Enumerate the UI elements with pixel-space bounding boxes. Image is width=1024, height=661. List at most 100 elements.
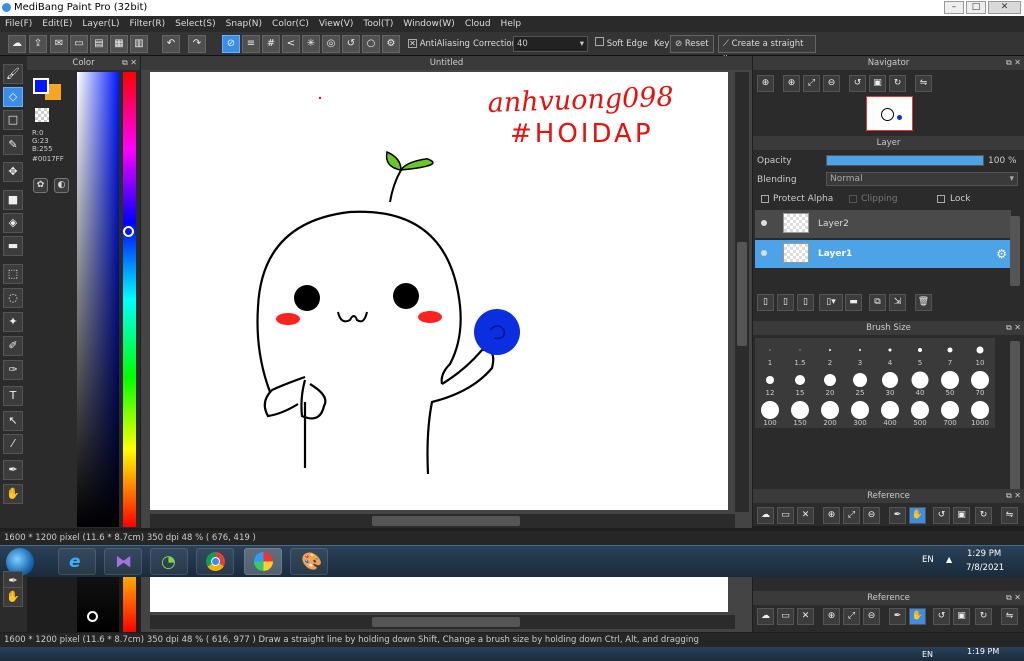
zoom-in-icon[interactable]: ⊕ [823, 608, 840, 625]
cloud-icon[interactable]: ☁ [8, 35, 26, 53]
brush-size-option[interactable]: 25 [845, 368, 875, 398]
paint-icon[interactable]: 🎨 [290, 548, 328, 575]
brush-size-option[interactable]: 1000 [965, 398, 995, 428]
zoom-in-icon[interactable]: ⊕ [823, 507, 840, 524]
medibang-taskbar-icon[interactable] [244, 548, 282, 575]
document-icon[interactable]: ▤ [90, 35, 108, 53]
divide-tool-icon[interactable]: ⁄ [3, 434, 23, 454]
actual-size-icon[interactable]: ▣ [953, 608, 970, 625]
ellipse-snap-icon[interactable]: ○ [362, 35, 380, 53]
menu-item[interactable]: Filter(R) [125, 16, 171, 32]
app-icon[interactable]: ◔ [150, 548, 188, 575]
upload-icon[interactable]: ⇪ [29, 35, 47, 53]
brush-size-option[interactable]: 500 [905, 398, 935, 428]
flip-icon[interactable]: ⇋ [1001, 507, 1018, 524]
flip-icon[interactable]: ⇋ [1001, 608, 1018, 625]
straight-line-button[interactable]: ⟋ Create a straight line [718, 35, 816, 65]
visual-studio-icon[interactable]: ⧓ [104, 548, 142, 575]
operation-tool-icon[interactable]: ↖ [3, 411, 23, 431]
brush-size-option[interactable]: 15 [785, 368, 815, 398]
actual-size-icon[interactable]: ▣ [869, 75, 886, 92]
layout-icon[interactable]: ▦ [110, 35, 128, 53]
brush-size-option[interactable]: 7 [935, 338, 965, 368]
visibility-eye-icon[interactable] [761, 220, 767, 226]
drawing-canvas[interactable] [150, 577, 728, 612]
menu-item[interactable]: Color(C) [267, 16, 314, 32]
chat-icon[interactable]: ✉ [50, 35, 68, 53]
vertical-scroll-thumb[interactable] [737, 242, 747, 346]
hue-slider[interactable] [123, 577, 136, 632]
open-folder-icon[interactable]: ▭ [777, 507, 794, 524]
brush-size-option[interactable]: 150 [785, 398, 815, 428]
brush-size-option[interactable]: 100 [755, 398, 785, 428]
merge-layer-icon[interactable]: ⇲ [889, 294, 906, 311]
maximize-button[interactable]: □ [966, 1, 986, 14]
new-halftone-layer-icon[interactable]: ▯ [777, 294, 794, 311]
canvas-vertical-scrollbar[interactable] [735, 72, 749, 512]
panel-controls-icon[interactable]: ⧉ ✕ [1006, 591, 1021, 605]
rotate-left-icon[interactable]: ↺ [849, 75, 866, 92]
hand-tool-icon[interactable]: ✋ [3, 484, 23, 504]
panel-controls-icon[interactable]: ⧉ ✕ [1006, 489, 1021, 503]
radial-snap-icon[interactable]: ✳ [302, 35, 320, 53]
color-picker-handle[interactable] [87, 611, 98, 622]
folder-icon[interactable]: ▬ [845, 294, 862, 311]
actual-size-icon[interactable]: ▣ [953, 507, 970, 524]
vanishing-point-icon[interactable]: < [282, 35, 300, 53]
open-folder-icon[interactable]: ▭ [777, 608, 794, 625]
zoom-out-icon[interactable]: ⊖ [863, 507, 880, 524]
brush-size-option[interactable]: 50 [935, 368, 965, 398]
brush-size-option[interactable]: 300 [845, 398, 875, 428]
move-tool-icon[interactable]: ✥ [3, 162, 23, 182]
language-indicator[interactable]: EN [922, 555, 934, 565]
new-layer-icon[interactable]: ▯ [757, 294, 774, 311]
soft-edge-checkbox[interactable] [595, 37, 604, 46]
fit-icon[interactable]: ⤢ [843, 507, 860, 524]
circle-snap-icon[interactable]: ◎ [322, 35, 340, 53]
visibility-eye-icon[interactable] [761, 250, 767, 256]
comment-icon[interactable]: ▭ [70, 35, 88, 53]
fit-icon[interactable]: ⤢ [843, 608, 860, 625]
brush-size-option[interactable]: 10 [965, 338, 995, 368]
opacity-slider[interactable] [826, 155, 984, 166]
select-pen-tool-icon[interactable]: ✐ [3, 336, 23, 356]
hand-tool-icon[interactable]: ✋ [3, 587, 23, 607]
bucket-tool-icon[interactable]: ◈ [3, 213, 23, 233]
brush-size-option[interactable]: 200 [815, 398, 845, 428]
blur-tool-icon[interactable]: ✎ [3, 135, 23, 155]
menu-item[interactable]: Cloud [460, 16, 496, 32]
canvas-horizontal-scrollbar[interactable] [150, 615, 735, 629]
chrome-icon[interactable] [196, 548, 234, 575]
internet-explorer-icon[interactable]: e [58, 548, 96, 575]
snap-settings-icon[interactable]: ⚙ [382, 35, 400, 53]
rotate-left-icon[interactable]: ↺ [933, 608, 950, 625]
magic-wand-tool-icon[interactable]: ✦ [3, 312, 23, 332]
curve-snap-icon[interactable]: ↺ [342, 35, 360, 53]
select-tool-icon[interactable]: ⬚ [3, 264, 23, 284]
canvas-tab[interactable]: Untitled [141, 56, 752, 70]
redo-icon[interactable]: ↷ [188, 35, 206, 53]
transparent-color-swatch[interactable] [35, 108, 49, 122]
snap-off-icon[interactable]: ⊘ [222, 35, 240, 53]
brush-size-option[interactable]: 40 [905, 368, 935, 398]
horizontal-scroll-thumb[interactable] [372, 516, 520, 526]
saturation-value-field[interactable] [77, 72, 119, 527]
rotate-right-icon[interactable]: ↻ [889, 75, 906, 92]
brush-size-option[interactable]: 4 [875, 338, 905, 368]
brush-size-option[interactable]: 12 [755, 368, 785, 398]
layer-row[interactable]: Layer1 ⚙ [755, 240, 1011, 268]
rotate-right-icon[interactable]: ↻ [975, 608, 992, 625]
reference-cloud-icon[interactable]: ☁ [757, 507, 774, 524]
menu-item[interactable]: Edit(E) [37, 16, 77, 32]
blending-select[interactable]: Normal ▾ [826, 172, 1018, 186]
close-reference-icon[interactable]: ✕ [797, 507, 814, 524]
brush-size-option[interactable]: 700 [935, 398, 965, 428]
reference-cloud-icon[interactable]: ☁ [757, 608, 774, 625]
menu-item[interactable]: Select(S) [170, 16, 221, 32]
reset-button[interactable]: ⊘ Reset [670, 35, 714, 53]
gear-icon[interactable]: ⚙ [996, 240, 1007, 268]
saturation-value-field[interactable] [77, 577, 119, 632]
menu-item[interactable]: View(V) [314, 16, 359, 32]
panel-controls-icon[interactable]: ⧉ ✕ [1006, 321, 1021, 335]
palette-icon[interactable]: ✿ [33, 178, 48, 193]
